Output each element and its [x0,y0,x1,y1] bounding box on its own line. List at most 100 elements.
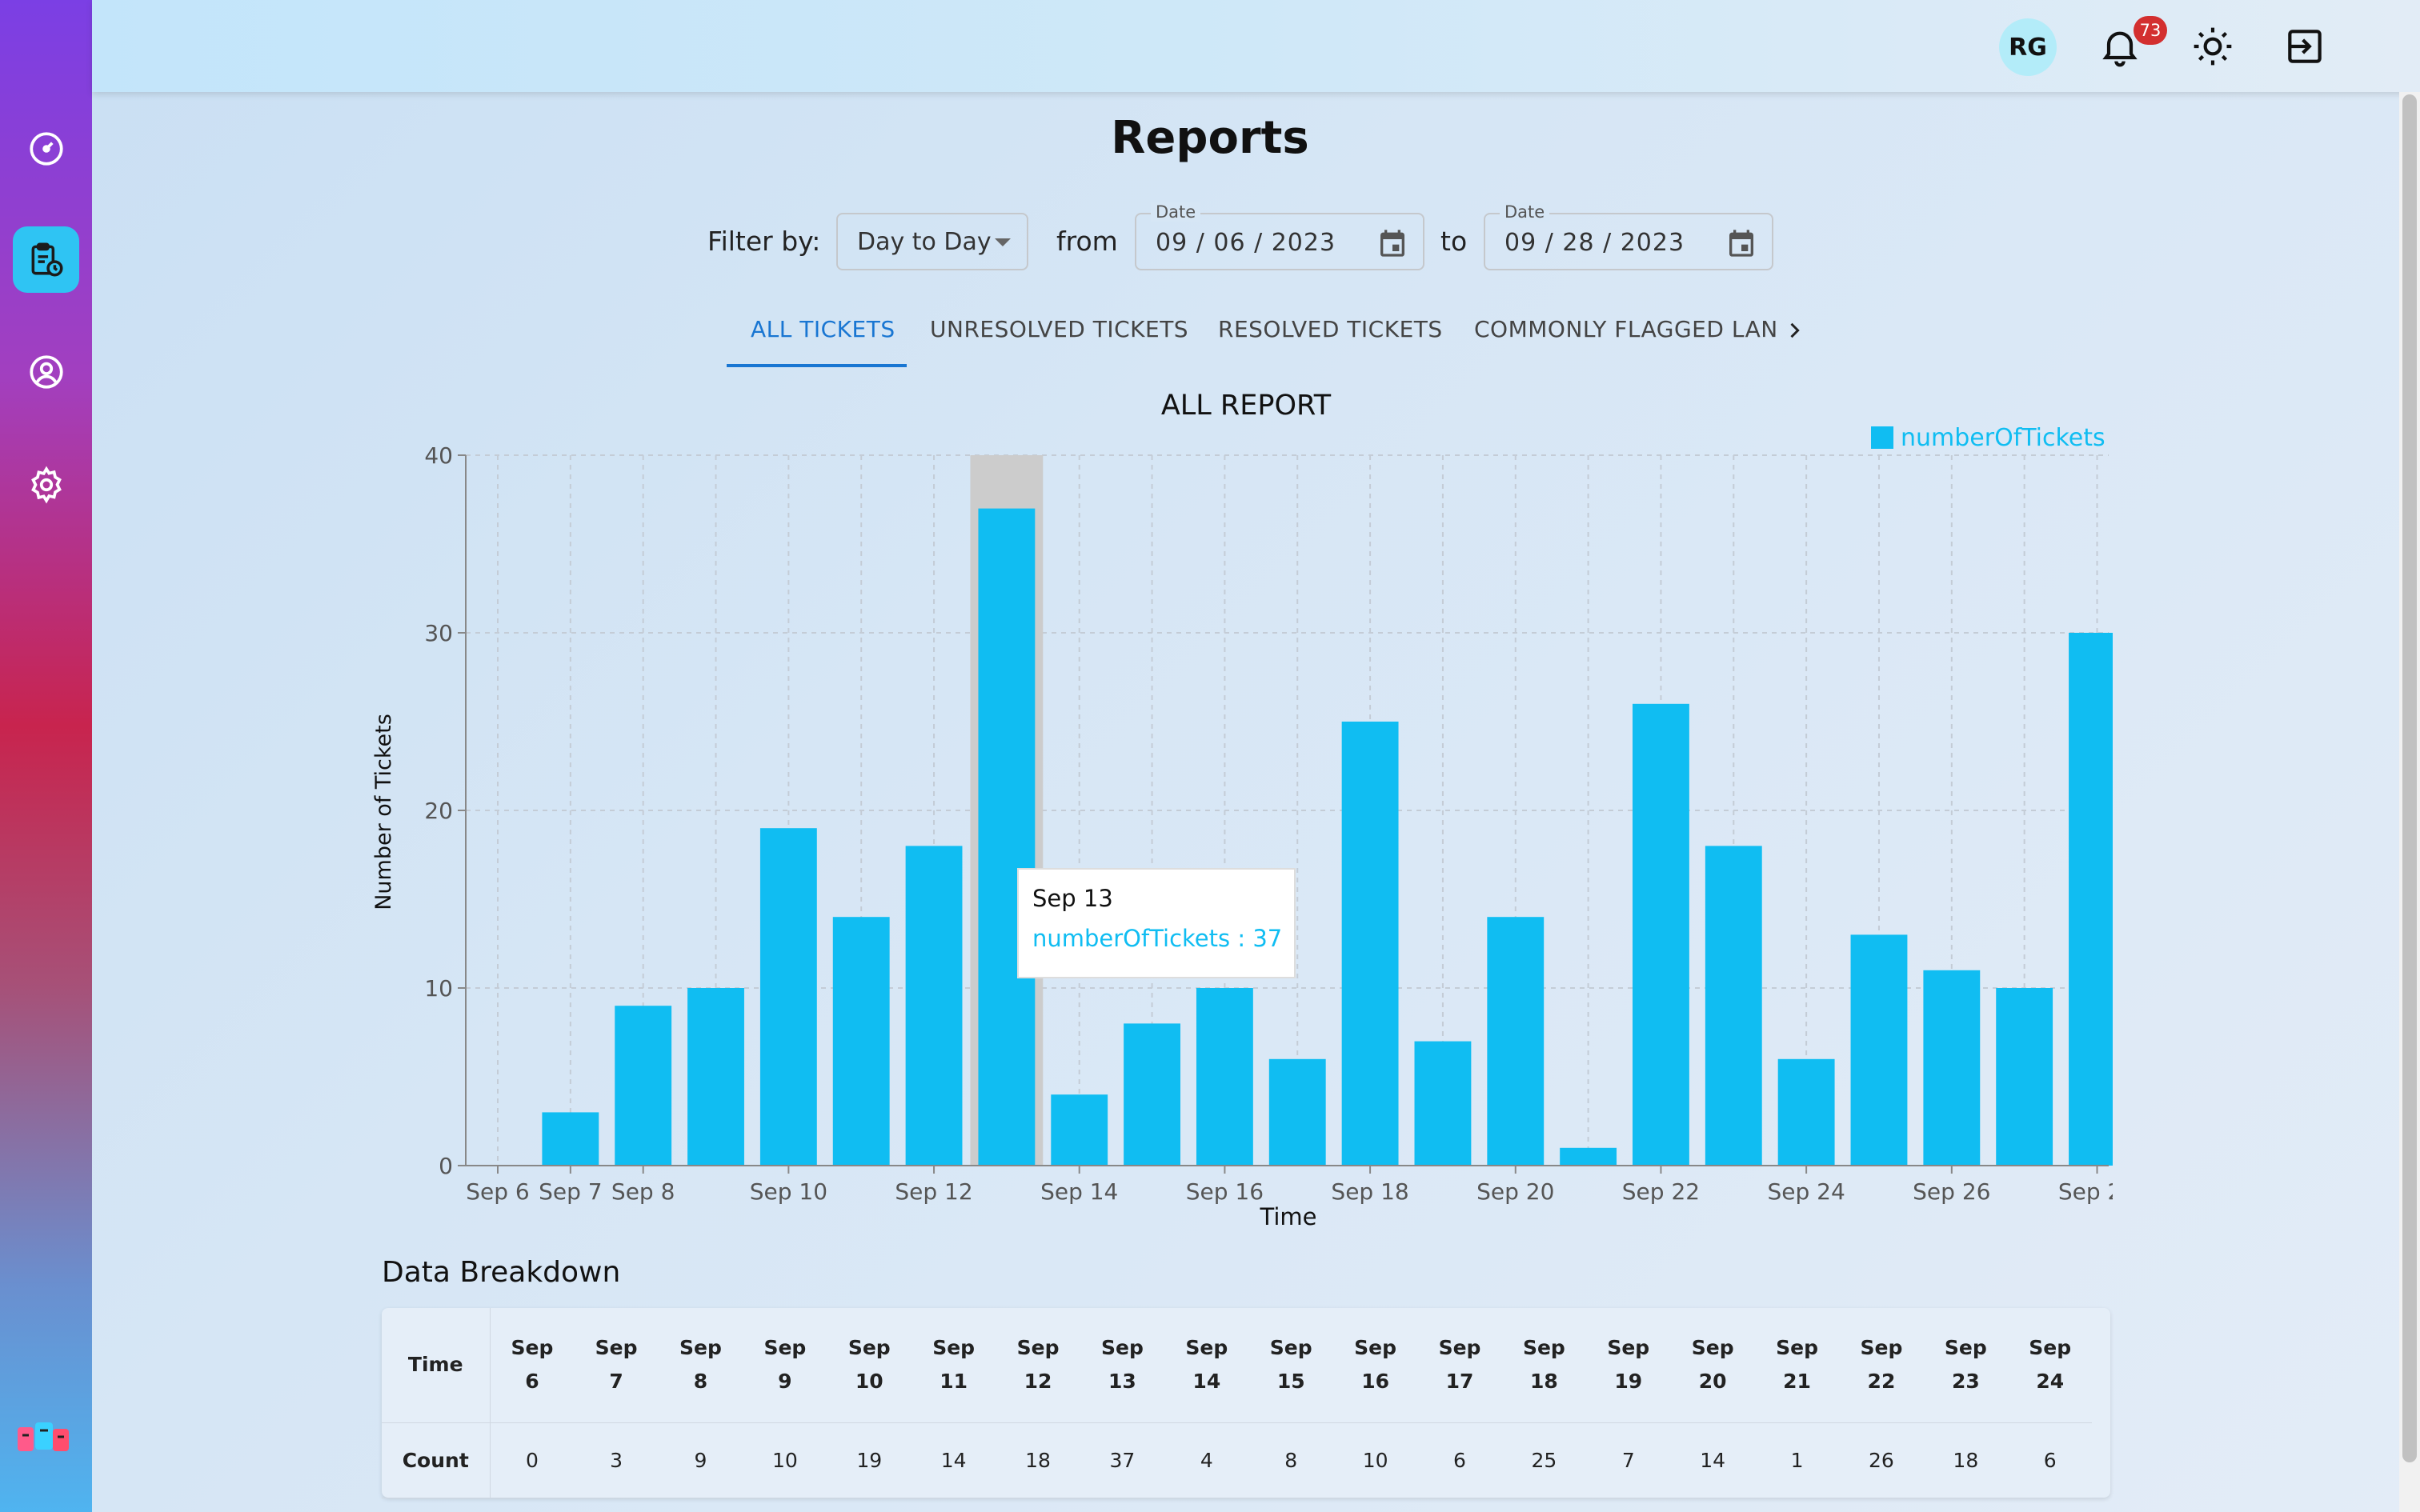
header-month: Sep [1691,1336,1734,1360]
bar-sep-13[interactable] [978,508,1036,1166]
y-tick-label: 10 [424,975,453,1002]
tab-resolved-tickets[interactable]: RESOLVED TICKETS [1218,316,1443,342]
tab-all-tickets[interactable]: ALL TICKETS [751,316,895,342]
count-row-label: Count [382,1422,491,1498]
table-cell-count: 18 [996,1422,1080,1498]
table-header-cell: Sep 19 [1586,1308,1671,1423]
y-tick-label: 30 [424,620,453,646]
y-tick-label: 0 [439,1153,453,1179]
header-month: Sep [679,1336,722,1360]
data-breakdown-table: Time Sep 6 Sep 7 Sep 8 Sep 9 Sep 10 Sep 11 Sep 12 Sep 1… [382,1308,2093,1498]
table-cell-count: 37 [1080,1422,1165,1498]
bar-sep-8[interactable] [615,1006,672,1166]
tab-unresolved-tickets[interactable]: UNRESOLVED TICKETS [930,316,1188,342]
table-header-row: Time Sep 6 Sep 7 Sep 8 Sep 9 Sep 10 Sep 11 Sep 12 Sep 1… [382,1308,2093,1423]
y-tick-label: 40 [424,442,453,469]
chart-bars [542,508,2113,1166]
to-label: to [1440,226,1468,257]
header-day: 11 [940,1370,968,1394]
header-day: 7 [609,1370,623,1394]
bar-sep-11[interactable] [832,917,890,1166]
x-tick-label: Sep 14 [1040,1178,1118,1205]
header-month: Sep [1354,1336,1397,1360]
bar-sep-17[interactable] [1268,1058,1326,1166]
header-month: Sep [1185,1336,1228,1360]
clipboard-clock-icon [31,242,63,277]
header-day: 9 [778,1370,792,1394]
legend-swatch [1871,426,1893,449]
sidebar-item-reports[interactable] [13,226,79,293]
x-tick-label: Sep 28 [2058,1178,2113,1205]
bar-sep-23[interactable] [1705,846,1762,1166]
bar-sep-21[interactable] [1560,1147,1617,1166]
avatar[interactable]: RG [1999,18,2057,76]
chevron-right-icon[interactable] [1783,318,1805,342]
table-row: Count 0 3 9 10 19 14 18 37 4 8 10 6 25 7 14 1 26 18 6 [382,1422,2093,1498]
y-tick-labels: 0 10 20 30 40 [424,442,466,1179]
bar-sep-12[interactable] [905,846,963,1166]
bar-sep-27[interactable] [1996,988,2053,1166]
chart-legend[interactable]: numberOfTickets [1871,424,2105,452]
table-header-cell: Sep 11 [911,1308,996,1423]
header-month: Sep [1607,1336,1650,1360]
header-month: Sep [1944,1336,1987,1360]
bar-sep-24[interactable] [1777,1058,1835,1166]
header-month: Sep [2029,1336,2072,1360]
bar-sep-15[interactable] [1124,1023,1180,1166]
table-header-cell: Sep 12 [996,1308,1080,1423]
to-date-value[interactable]: 09 / 28 / 2023 [1504,229,1685,257]
from-label: from [1056,226,1118,257]
table-cell-count: 25 [1501,1422,1587,1498]
tooltip-category: Sep 13 [1032,885,1113,912]
table-header-cell: Sep 22 [1839,1308,1924,1423]
scrollbar-thumb[interactable] [2402,94,2417,1462]
filter-label: Filter by: [707,226,821,257]
x-tick-label: Sep 7 [539,1178,603,1205]
header-day: 12 [1024,1370,1052,1394]
data-breakdown-table-container[interactable]: Time Sep 6 Sep 7 Sep 8 Sep 9 Sep 10 Sep 11 Sep 12 Sep 1… [382,1308,2110,1498]
bar-sep-10[interactable] [759,828,817,1166]
from-date-value[interactable]: 09 / 06 / 2023 [1156,229,1336,257]
x-axis-label: Time [1260,1203,1317,1230]
header-month: Sep [932,1336,976,1360]
bar-sep-14[interactable] [1051,1094,1108,1166]
sidebar [0,0,92,1512]
chart-title: ALL REPORT [1161,390,1332,422]
filter-period-select[interactable]: Day to Day [836,213,1028,270]
calendar-icon[interactable] [1376,227,1408,259]
tickets-bar-chart: ALL REPORT 010203040 Sep 6 Sep 7 Sep 8 Sep … [371,390,2113,1230]
sidebar-item-settings[interactable] [13,451,79,518]
to-date-field[interactable]: Date 09 / 28 / 2023 [1484,202,1773,270]
bar-sep-28[interactable] [2069,633,2113,1166]
header-month: Sep [1776,1336,1818,1360]
table-header-cell: Sep 13 [1080,1308,1165,1423]
x-tick-label: Sep 6 [466,1178,530,1205]
header-day: 19 [1614,1370,1643,1394]
bar-sep-7[interactable] [542,1112,599,1166]
table-header-cell: Sep 21 [1754,1308,1840,1423]
sun-icon[interactable] [2190,24,2235,69]
from-date-field[interactable]: Date 09 / 06 / 2023 [1135,202,1424,270]
bar-sep-25[interactable] [1850,934,1908,1166]
header-month: Sep [1860,1336,1903,1360]
logout-icon[interactable] [2282,24,2327,69]
bar-sep-16[interactable] [1196,988,1253,1166]
calendar-icon[interactable] [1725,227,1757,259]
tab-commonly-flagged[interactable]: COMMONLY FLAGGED LAN [1474,316,1778,342]
page-title: Reports [1111,112,1309,164]
bar-sep-9[interactable] [687,988,744,1166]
y-axis-label: Number of Tickets [371,714,396,910]
header-month: Sep [1101,1336,1144,1360]
gear-icon [30,466,62,503]
x-tick-label: Sep 18 [1331,1178,1408,1205]
table-header-cell: Sep 18 [1501,1308,1587,1423]
table-header-cell: Sep 16 [1332,1308,1418,1423]
bar-sep-20[interactable] [1487,917,1545,1166]
filter-selected-value: Day to Day [857,227,992,256]
sidebar-item-profile[interactable] [13,338,79,405]
bar-sep-18[interactable] [1341,722,1399,1166]
header-month: Sep [763,1336,807,1360]
bar-sep-26[interactable] [1923,970,1981,1166]
bar-sep-22[interactable] [1633,703,1689,1166]
bar-sep-19[interactable] [1414,1041,1472,1166]
